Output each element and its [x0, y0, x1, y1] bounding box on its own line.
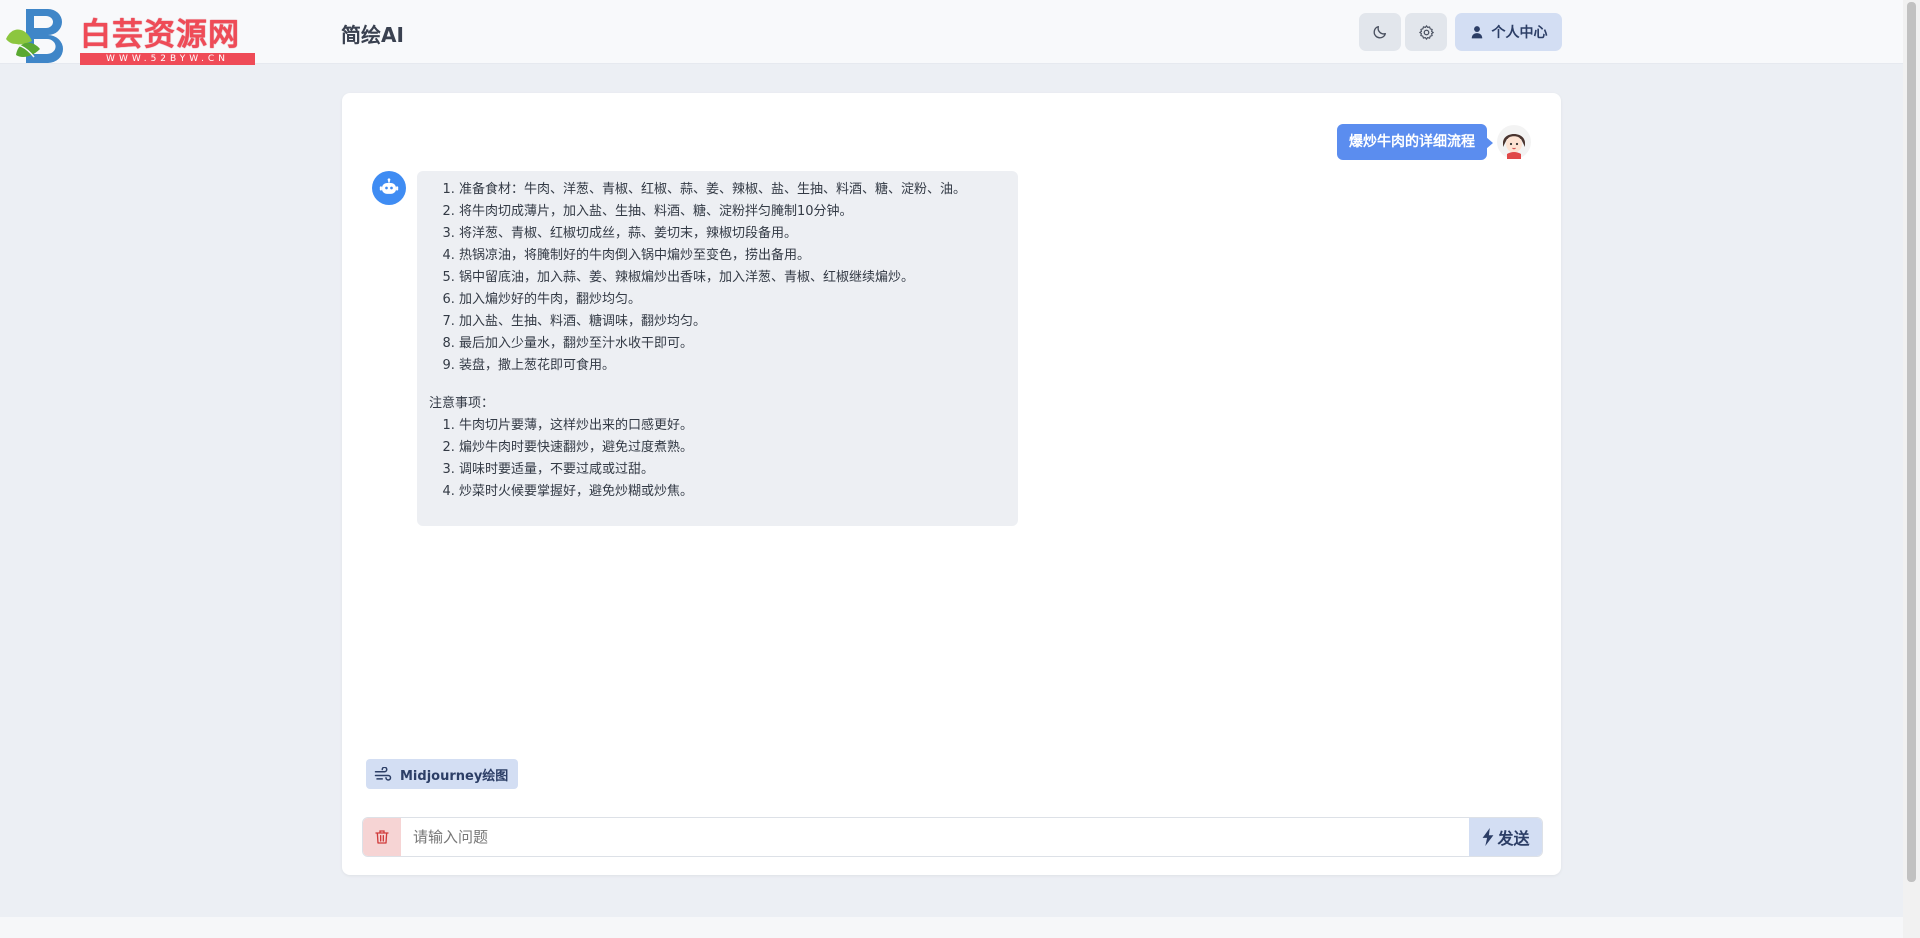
robot-icon	[379, 178, 399, 194]
logo-b-icon	[6, 9, 63, 63]
list-item: 热锅凉油，将腌制好的牛肉倒入锅中煸炒至变色，捞出备用。	[459, 245, 1006, 267]
list-item: 炒菜时火候要掌握好，避免炒糊或炒焦。	[459, 481, 1006, 503]
scrollbar-thumb[interactable]	[1907, 2, 1916, 882]
user-message: 爆炒牛肉的详细流程	[1337, 124, 1493, 160]
send-label: 发送	[1497, 829, 1530, 848]
list-item: 准备食材：牛肉、洋葱、青椒、红椒、蒜、姜、辣椒、盐、生抽、料酒、糖、淀粉、油。	[459, 179, 1006, 201]
logo-url: WWW.52BYW.CN	[80, 53, 255, 65]
steps-list: 准备食材：牛肉、洋葱、青椒、红椒、蒜、姜、辣椒、盐、生抽、料酒、糖、淀粉、油。 …	[429, 179, 1006, 377]
question-input[interactable]	[401, 818, 1441, 856]
list-item: 调味时要适量，不要过咸或过甜。	[459, 459, 1006, 481]
list-item: 锅中留底油，加入蒜、姜、辣椒煸炒出香味，加入洋葱、青椒、红椒继续煸炒。	[459, 267, 1006, 289]
lightning-icon	[1483, 828, 1494, 846]
trash-icon	[375, 830, 389, 844]
bot-message: 准备食材：牛肉、洋葱、青椒、红椒、蒜、姜、辣椒、盐、生抽、料酒、糖、淀粉、油。 …	[417, 171, 1018, 526]
list-item: 将洋葱、青椒、红椒切成丝，蒜、姜切末，辣椒切段备用。	[459, 223, 1006, 245]
list-item: 加入煸炒好的牛肉，翻炒均匀。	[459, 289, 1006, 311]
wind-icon	[374, 767, 392, 781]
user-avatar[interactable]	[1497, 125, 1531, 159]
list-item: 装盘，撒上葱花即可食用。	[459, 355, 1006, 377]
bot-avatar	[372, 171, 406, 205]
list-item: 将牛肉切成薄片，加入盐、生抽、料酒、糖、淀粉拌匀腌制10分钟。	[459, 201, 1006, 223]
notes-title: 注意事项：	[429, 396, 495, 411]
list-item: 最后加入少量水，翻炒至汁水收干即可。	[459, 333, 1006, 355]
moon-icon	[1373, 26, 1386, 39]
list-item: 加入盐、生抽、料酒、糖调味，翻炒均匀。	[459, 311, 1006, 333]
send-button[interactable]: 发送	[1469, 818, 1542, 856]
gear-icon	[1418, 24, 1434, 40]
footer	[0, 917, 1903, 938]
clear-chat-button[interactable]	[363, 818, 401, 856]
midjourney-chip-label: Midjourney绘图	[400, 768, 509, 784]
list-item: 煸炒牛肉时要快速翻炒，避免过度煮熟。	[459, 437, 1006, 459]
user-center-label: 个人中心	[1491, 25, 1548, 41]
dark-mode-button[interactable]	[1359, 13, 1401, 51]
top-header: 白芸资源网 WWW.52BYW.CN 简绘AI 个人中心	[0, 0, 1903, 65]
list-item: 牛肉切片要薄，这样炒出来的口感更好。	[459, 415, 1006, 437]
site-logo[interactable]: 白芸资源网 WWW.52BYW.CN	[4, 5, 255, 65]
page-scrollbar[interactable]	[1903, 0, 1920, 938]
app-title: 简绘AI	[341, 23, 404, 47]
logo-text: 白芸资源网	[80, 17, 240, 53]
settings-button[interactable]	[1405, 13, 1447, 51]
composer: 发送	[362, 817, 1543, 857]
midjourney-chip[interactable]: Midjourney绘图	[366, 759, 519, 789]
notes-list: 牛肉切片要薄，这样炒出来的口感更好。 煸炒牛肉时要快速翻炒，避免过度煮熟。 调味…	[429, 415, 1006, 503]
user-icon	[1471, 26, 1482, 39]
user-center-button[interactable]: 个人中心	[1455, 13, 1562, 51]
